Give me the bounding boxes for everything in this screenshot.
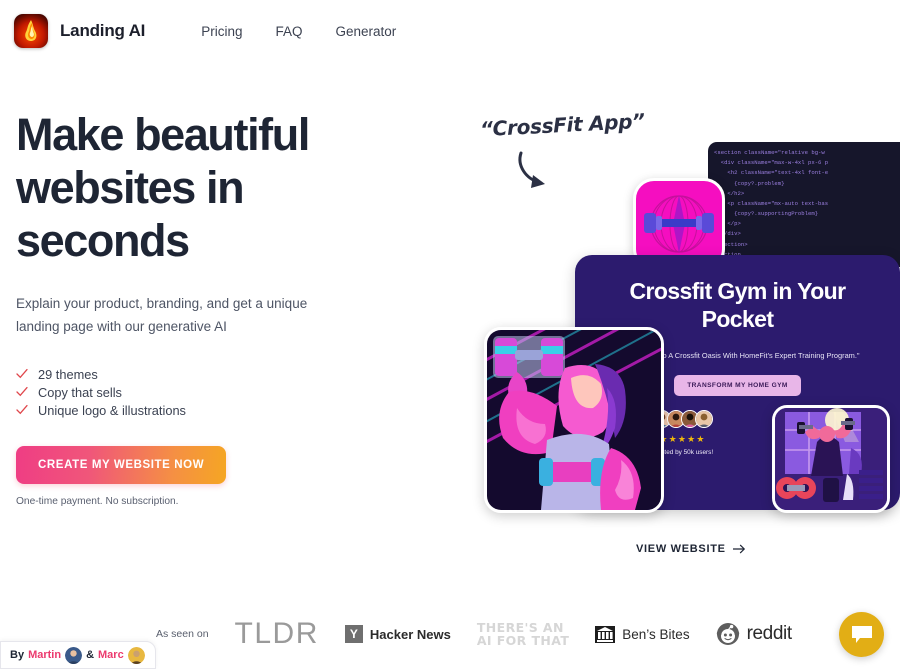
avatar <box>694 410 713 429</box>
code-line: <div className="max-w-4xl px-6 p <box>714 159 829 167</box>
code-line: {copy?.supportingProblem} <box>714 210 819 218</box>
page-title: Make beautiful websites in seconds <box>16 109 310 267</box>
view-website-link[interactable]: VIEW WEBSITE <box>636 543 746 555</box>
code-line: <p className="mx-auto text-bas <box>714 199 829 207</box>
curved-arrow-icon <box>518 151 545 188</box>
avatar <box>65 646 83 664</box>
chat-bubble-icon <box>851 626 872 643</box>
brand[interactable]: Landing AI <box>14 14 145 48</box>
chat-button[interactable] <box>839 612 884 657</box>
flame-icon <box>14 14 48 48</box>
tiaft-line-2: AI FOR THAT <box>476 633 570 648</box>
reddit-label: reddit <box>746 623 793 644</box>
cta-note: One-time payment. No subscription. <box>16 495 179 507</box>
showcase-collage: “CrossFit App” <section className="relat… <box>450 95 900 575</box>
check-icon <box>16 405 28 415</box>
author-two-name: Marc <box>98 649 124 661</box>
check-icon <box>16 369 28 379</box>
tldr-logo-label: TLDR <box>234 617 319 650</box>
neon-gym-workout-illustration <box>772 405 890 513</box>
author-one-name: Martin <box>28 649 62 661</box>
bens-bites-mark-icon <box>595 625 616 643</box>
list-item: 29 themes <box>16 366 436 383</box>
code-line: </div> <box>714 230 741 238</box>
neon-bodybuilder-illustration <box>484 327 664 513</box>
transform-home-gym-button[interactable]: TRANSFORM MY HOME GYM <box>674 375 801 397</box>
nav-item-generator[interactable]: Generator <box>335 24 396 39</box>
check-icon <box>16 387 28 397</box>
brand-name: Landing AI <box>60 21 146 40</box>
bens-bites-logo[interactable]: Ben’s Bites <box>595 625 690 643</box>
reddit-logo[interactable]: reddit <box>716 622 792 646</box>
hacker-news-mark-icon: Y <box>344 625 363 643</box>
code-line: </h2> <box>714 189 745 197</box>
feature-label: Copy that sells <box>38 384 122 400</box>
reddit-alien-icon <box>716 622 740 646</box>
code-line: <h2 className="text-4xl font-e <box>714 169 829 177</box>
feature-label: Unique logo & illustrations <box>38 402 186 418</box>
list-item: Copy that sells <box>16 384 436 401</box>
code-line: {copy?.problem} <box>714 179 785 187</box>
hacker-news-logo[interactable]: Y Hacker News <box>344 625 451 643</box>
hacker-news-label: Hacker News <box>369 626 451 642</box>
code-line: </section> <box>714 240 748 248</box>
nav-item-pricing[interactable]: Pricing <box>201 24 242 39</box>
arrow-right-icon <box>732 544 745 554</box>
list-item: Unique logo & illustrations <box>16 402 436 419</box>
feature-list: 29 themes Copy that sells Unique logo & … <box>16 366 436 419</box>
avatar <box>127 646 145 664</box>
byline-badge[interactable]: By Martin & Marc <box>0 641 156 669</box>
main-nav: Pricing FAQ Generator <box>201 24 396 39</box>
hero-subheading: Explain your product, branding, and get … <box>16 296 308 334</box>
as-seen-on-label: As seen on <box>156 628 209 640</box>
feature-label: 29 themes <box>38 366 98 382</box>
theres-an-ai-for-that-logo[interactable]: THERE'S AN AI FOR THAT <box>477 621 569 647</box>
annotation-label: “CrossFit App” <box>479 108 646 142</box>
code-line: </p> <box>714 220 741 228</box>
tldr-logo[interactable]: TLDR <box>235 617 319 651</box>
hero-copy-column: Make beautiful websites in seconds Expla… <box>16 108 436 507</box>
card-title: Crossfit Gym in Your Pocket <box>629 278 847 333</box>
byline-conjunction: & <box>86 649 95 661</box>
byline-prefix: By <box>10 649 25 661</box>
create-website-button[interactable]: CREATE MY WEBSITE NOW <box>16 445 227 484</box>
bens-bites-label: Ben’s Bites <box>622 626 690 642</box>
code-line: <section className="relative bg-w <box>714 149 825 156</box>
code-preview-window: <section className="relative bg-w <div c… <box>708 142 900 267</box>
site-header: Landing AI Pricing FAQ Generator <box>0 0 900 62</box>
view-website-label: VIEW WEBSITE <box>636 543 726 555</box>
nav-item-faq[interactable]: FAQ <box>275 24 302 39</box>
